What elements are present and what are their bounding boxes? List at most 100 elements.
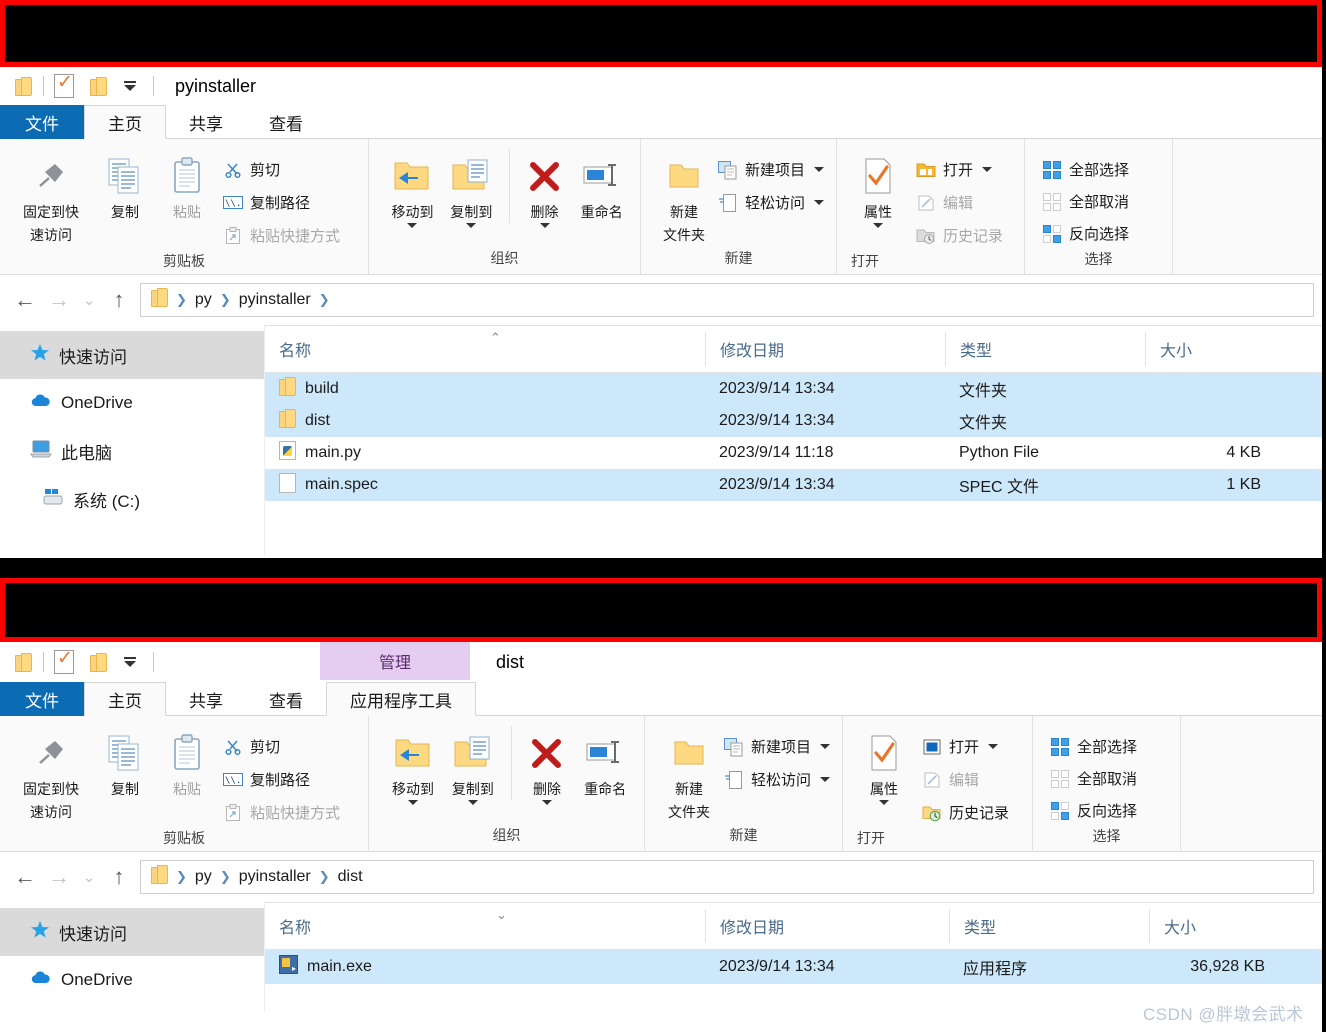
table-row[interactable]: main.py 2023/9/14 11:18 Python File 4 KB bbox=[265, 437, 1322, 469]
select-all-button[interactable]: 全部选择 bbox=[1045, 731, 1141, 762]
properties-check-icon[interactable] bbox=[51, 647, 77, 675]
column-header-date[interactable]: 修改日期 bbox=[705, 909, 949, 943]
copy-path-button[interactable]: \\.. 复制路径 bbox=[218, 187, 344, 218]
column-header-size[interactable]: 大小 bbox=[1145, 332, 1275, 366]
column-header-name[interactable]: 名称 bbox=[265, 909, 705, 943]
select-all-button[interactable]: 全部选择 bbox=[1037, 154, 1133, 185]
customize-quick-access-chevron-down-icon[interactable] bbox=[117, 73, 143, 99]
column-header-name[interactable]: 名称 bbox=[265, 332, 705, 366]
column-header-type[interactable]: 类型 bbox=[945, 332, 1145, 366]
sidebar-item-onedrive[interactable]: OneDrive bbox=[0, 956, 264, 1004]
breadcrumb-pyinstaller[interactable]: pyinstaller bbox=[235, 291, 315, 309]
sidebar-item-this-pc[interactable]: 此电脑 bbox=[0, 427, 264, 475]
new-folder-icon[interactable] bbox=[85, 73, 111, 99]
column-header-size[interactable]: 大小 bbox=[1149, 909, 1279, 943]
new-folder-button[interactable]: 新建 文件夹 bbox=[655, 149, 713, 245]
breadcrumb-pyinstaller[interactable]: pyinstaller bbox=[235, 868, 315, 886]
invert-selection-button[interactable]: 反向选择 bbox=[1045, 795, 1141, 826]
properties-check-icon[interactable] bbox=[51, 71, 77, 99]
tab-view[interactable]: 查看 bbox=[246, 105, 326, 139]
move-to-button[interactable]: 移动到 bbox=[383, 726, 443, 805]
back-button[interactable]: ← bbox=[8, 283, 42, 317]
properties-button[interactable]: 属性 bbox=[855, 726, 913, 805]
rename-button[interactable]: 重命名 bbox=[571, 149, 632, 222]
chevron-down-icon[interactable] bbox=[467, 800, 478, 805]
chevron-down-icon[interactable] bbox=[539, 223, 550, 228]
pin-to-quick-access-button[interactable]: 固定到快 速访问 bbox=[8, 149, 94, 245]
tab-share[interactable]: 共享 bbox=[166, 682, 246, 716]
new-folder-icon[interactable] bbox=[85, 649, 111, 675]
copy-button[interactable]: 复制 bbox=[94, 726, 156, 799]
table-row[interactable]: build 2023/9/14 13:34 文件夹 bbox=[265, 373, 1322, 405]
new-item-button[interactable]: 新建项目 bbox=[719, 731, 834, 762]
easy-access-button[interactable]: 轻松访问 bbox=[713, 187, 828, 218]
paste-shortcut-button[interactable]: 粘贴快捷方式 bbox=[218, 220, 344, 251]
properties-button[interactable]: 属性 bbox=[849, 149, 907, 228]
chevron-down-icon[interactable] bbox=[879, 800, 889, 805]
table-row[interactable]: main.exe 2023/9/14 13:34 应用程序 36,928 KB bbox=[265, 950, 1322, 984]
open-button[interactable]: 打开 bbox=[911, 154, 1007, 185]
table-row[interactable]: dist 2023/9/14 13:34 文件夹 bbox=[265, 405, 1322, 437]
forward-button[interactable]: → bbox=[42, 860, 76, 894]
chevron-down-icon[interactable] bbox=[407, 223, 418, 228]
tab-file[interactable]: 文件 bbox=[0, 105, 84, 139]
history-button[interactable]: 历史记录 bbox=[917, 797, 1013, 828]
tab-application-tools[interactable]: 应用程序工具 bbox=[326, 682, 476, 716]
copy-to-button[interactable]: 复制到 bbox=[442, 149, 501, 228]
tab-home[interactable]: 主页 bbox=[84, 682, 166, 716]
up-button[interactable]: ↑ bbox=[102, 860, 136, 894]
edit-button[interactable]: 编辑 bbox=[917, 764, 1013, 795]
tab-file[interactable]: 文件 bbox=[0, 682, 84, 716]
chevron-down-icon[interactable] bbox=[542, 800, 553, 805]
cut-button[interactable]: 剪切 bbox=[218, 731, 344, 762]
tab-view[interactable]: 查看 bbox=[246, 682, 326, 716]
easy-access-button[interactable]: 轻松访问 bbox=[719, 764, 834, 795]
chevron-down-icon[interactable] bbox=[814, 167, 824, 172]
sidebar-item-quick-access[interactable]: 快速访问 bbox=[0, 331, 264, 379]
column-header-date[interactable]: 修改日期 bbox=[705, 332, 945, 366]
chevron-down-icon[interactable] bbox=[820, 777, 830, 782]
chevron-down-icon[interactable] bbox=[873, 223, 883, 228]
customize-quick-access-chevron-down-icon[interactable] bbox=[117, 649, 143, 675]
open-button[interactable]: 打开 bbox=[917, 731, 1013, 762]
chevron-down-icon[interactable] bbox=[988, 744, 999, 749]
up-button[interactable]: ↑ bbox=[102, 283, 136, 317]
chevron-down-icon[interactable] bbox=[982, 167, 993, 172]
chevron-down-icon[interactable] bbox=[407, 800, 418, 805]
address-bar[interactable]: ❯ py ❯ pyinstaller ❯ bbox=[140, 283, 1314, 317]
copy-button[interactable]: 复制 bbox=[94, 149, 156, 222]
sidebar-item-onedrive[interactable]: OneDrive bbox=[0, 379, 264, 427]
recent-locations-chevron-down-icon[interactable]: ⌄ bbox=[76, 283, 102, 317]
folder-icon[interactable] bbox=[10, 73, 36, 99]
paste-button[interactable]: 粘贴 bbox=[156, 726, 218, 799]
rename-button[interactable]: 重命名 bbox=[574, 726, 636, 799]
paste-button[interactable]: 粘贴 bbox=[156, 149, 218, 222]
chevron-down-icon[interactable] bbox=[820, 744, 830, 749]
address-bar[interactable]: ❯ py ❯ pyinstaller ❯ dist bbox=[140, 860, 1314, 894]
invert-selection-button[interactable]: 反向选择 bbox=[1037, 218, 1133, 249]
breadcrumb-dist[interactable]: dist bbox=[334, 868, 367, 886]
history-button[interactable]: 历史记录 bbox=[911, 220, 1007, 251]
new-item-button[interactable]: 新建项目 bbox=[713, 154, 828, 185]
move-to-button[interactable]: 移动到 bbox=[383, 149, 442, 228]
sidebar-item-system-c[interactable]: 系统 (C:) bbox=[0, 475, 264, 523]
folder-icon[interactable] bbox=[10, 649, 36, 675]
forward-button[interactable]: → bbox=[42, 283, 76, 317]
table-row[interactable]: main.spec 2023/9/14 13:34 SPEC 文件 1 KB bbox=[265, 469, 1322, 501]
breadcrumb-py[interactable]: py bbox=[191, 291, 216, 309]
copy-path-button[interactable]: \\.. 复制路径 bbox=[218, 764, 344, 795]
chevron-down-icon[interactable] bbox=[466, 223, 477, 228]
breadcrumb-py[interactable]: py bbox=[191, 868, 216, 886]
chevron-down-icon[interactable] bbox=[814, 200, 824, 205]
recent-locations-chevron-down-icon[interactable]: ⌄ bbox=[76, 860, 102, 894]
delete-button[interactable]: 删除 bbox=[518, 149, 572, 228]
column-header-type[interactable]: 类型 bbox=[949, 909, 1149, 943]
copy-to-button[interactable]: 复制到 bbox=[443, 726, 503, 805]
back-button[interactable]: ← bbox=[8, 860, 42, 894]
cut-button[interactable]: 剪切 bbox=[218, 154, 344, 185]
select-none-button[interactable]: 全部取消 bbox=[1037, 186, 1133, 217]
pin-to-quick-access-button[interactable]: 固定到快 速访问 bbox=[8, 726, 94, 822]
tab-home[interactable]: 主页 bbox=[84, 105, 166, 139]
new-folder-button[interactable]: 新建 文件夹 bbox=[659, 726, 719, 822]
sidebar-item-quick-access[interactable]: 快速访问 bbox=[0, 908, 264, 956]
